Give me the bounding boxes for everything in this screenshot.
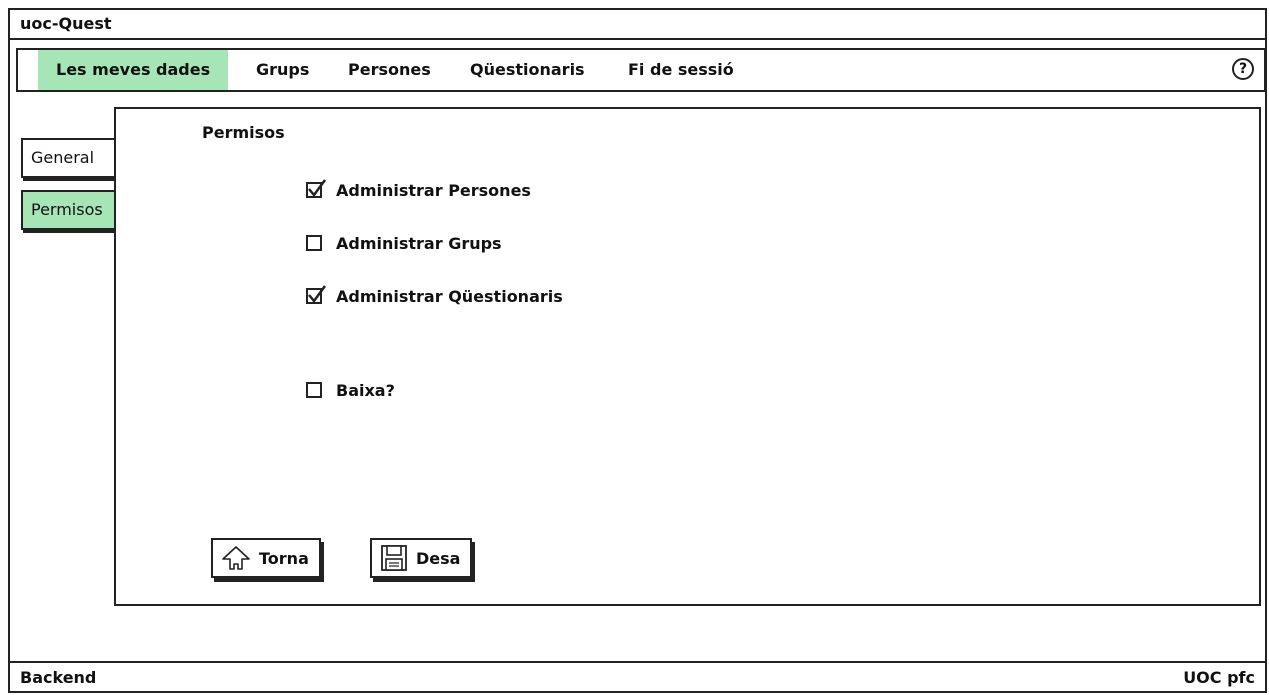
save-button-label: Desa — [416, 548, 461, 568]
tab-permisos[interactable]: Permisos — [21, 190, 118, 230]
checkbox-administrar-questionaris[interactable]: Administrar Qüestionaris — [306, 283, 563, 309]
checkbox-administrar-persones[interactable]: Administrar Persones — [306, 177, 531, 203]
back-button-label: Torna — [259, 548, 309, 568]
menu-item-persones[interactable]: Persones — [330, 50, 449, 90]
checkbox-checked-icon[interactable] — [306, 179, 327, 198]
title-bar: uoc-Quest — [10, 10, 1265, 40]
app-window: uoc-Quest Les meves dades Grups Persones… — [8, 8, 1267, 693]
checkbox-label: Administrar Qüestionaris — [336, 286, 563, 306]
back-button[interactable]: Torna — [211, 538, 321, 578]
checkbox-label: Administrar Grups — [336, 233, 502, 253]
menu-item-grups[interactable]: Grups — [238, 50, 327, 90]
app-title: uoc-Quest — [20, 14, 112, 33]
checkbox-unchecked-icon[interactable] — [306, 382, 322, 398]
checkbox-unchecked-icon[interactable] — [306, 235, 322, 251]
menu-item-les-meves-dades[interactable]: Les meves dades — [38, 50, 229, 90]
checkbox-label: Administrar Persones — [336, 180, 531, 200]
floppy-disk-icon — [380, 544, 408, 572]
checkbox-baixa[interactable]: Baixa? — [306, 377, 395, 403]
footer-right-label: UOC pfc — [1183, 668, 1255, 687]
checkbox-checked-icon[interactable] — [306, 285, 327, 304]
save-button[interactable]: Desa — [370, 538, 473, 578]
home-arrow-icon — [221, 545, 251, 571]
checkbox-label: Baixa? — [336, 380, 395, 400]
menu-item-questionaris[interactable]: Qüestionaris — [452, 50, 603, 90]
menu-item-fi-de-sessio[interactable]: Fi de sessió — [610, 50, 752, 90]
help-icon[interactable]: ? — [1232, 58, 1254, 80]
checkbox-administrar-grups[interactable]: Administrar Grups — [306, 230, 502, 256]
main-menu: Les meves dades Grups Persones Qüestiona… — [16, 48, 1266, 92]
tab-general[interactable]: General — [21, 138, 118, 178]
footer-left-label: Backend — [20, 668, 97, 687]
footer-bar: Backend UOC pfc — [10, 661, 1265, 691]
section-title: Permisos — [202, 123, 285, 142]
permissions-panel: Permisos Administrar Persones Administra… — [114, 107, 1261, 606]
